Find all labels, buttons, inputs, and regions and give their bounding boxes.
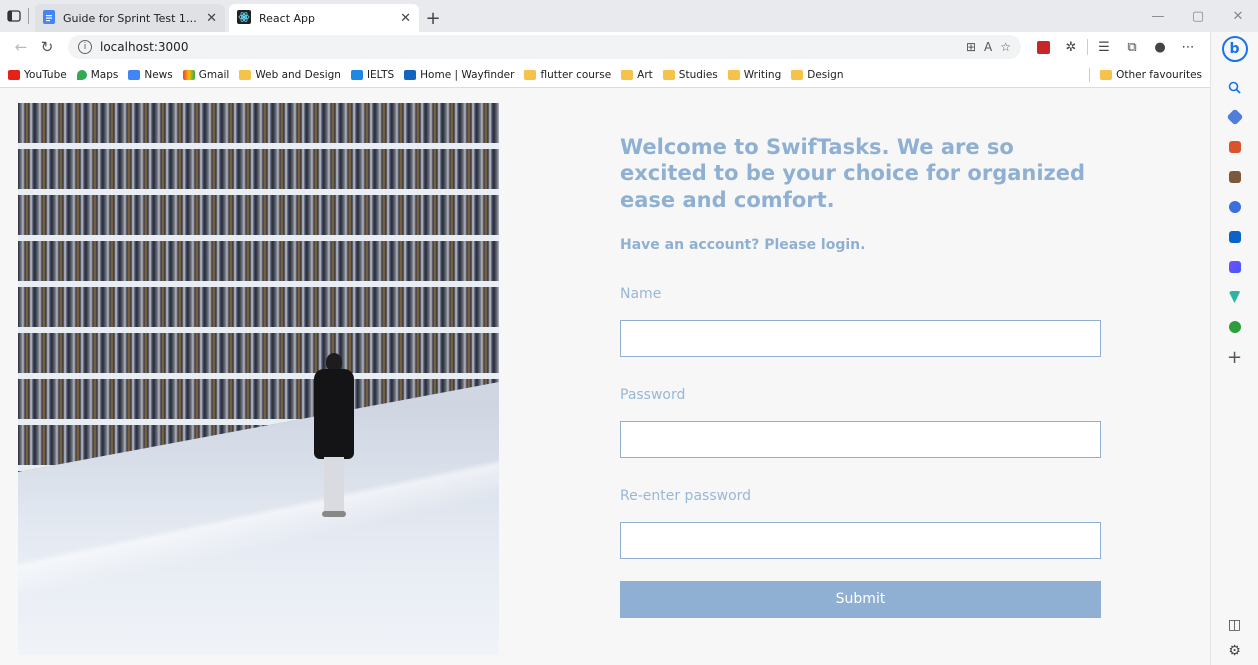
outlook-icon[interactable]: [1221, 223, 1249, 251]
favorites-icon[interactable]: ☰: [1090, 34, 1118, 60]
folder-icon: [239, 69, 252, 80]
new-tab-button[interactable]: +: [419, 4, 447, 32]
folder-icon: [1100, 69, 1113, 80]
window-controls: — ▢ ✕: [1138, 0, 1258, 32]
close-icon[interactable]: ✕: [400, 11, 411, 26]
more-options-icon[interactable]: ⋯: [1174, 34, 1202, 60]
extension-red-icon[interactable]: [1029, 34, 1057, 60]
bookmark-design[interactable]: Design: [791, 69, 844, 81]
info-icon[interactable]: i: [78, 40, 92, 54]
extensions-puzzle-icon[interactable]: ✲: [1057, 34, 1085, 60]
bookmark-flutter-course[interactable]: flutter course: [524, 69, 611, 81]
tools-briefcase-icon[interactable]: [1221, 133, 1249, 161]
youtube-icon: [8, 69, 20, 80]
tab-title: React App: [259, 11, 316, 25]
back-arrow-icon[interactable]: ←: [8, 34, 34, 60]
sidebar-layout-icon[interactable]: ◫: [1228, 617, 1241, 633]
collections-icon[interactable]: ⧉: [1118, 34, 1146, 60]
submit-button[interactable]: Submit: [620, 580, 1101, 618]
react-icon: [237, 9, 251, 27]
password-label: Password: [620, 386, 686, 403]
toolbar-divider: [1087, 39, 1088, 55]
reenter-password-input[interactable]: [620, 521, 1101, 559]
bookmark-wayfinder[interactable]: Home | Wayfinder: [404, 69, 514, 81]
favorite-star-icon[interactable]: ☆: [1000, 40, 1011, 54]
name-input[interactable]: [620, 319, 1101, 357]
bookmark-gmail[interactable]: Gmail: [182, 69, 229, 81]
search-icon[interactable]: [1221, 73, 1249, 101]
bookmark-ielts[interactable]: IELTS: [350, 69, 394, 81]
signup-form: Welcome to SwifTasks. We are so excited …: [620, 134, 1101, 618]
bookmark-maps[interactable]: Maps: [76, 69, 118, 81]
folder-icon: [621, 69, 634, 80]
bookmarks-divider: [1089, 67, 1091, 82]
app-available-icon[interactable]: ⊞: [966, 40, 976, 54]
folder-icon: [727, 69, 740, 80]
restore-icon[interactable]: ▢: [1178, 0, 1218, 32]
games-icon[interactable]: [1221, 163, 1249, 191]
tab-strip-divider: [28, 8, 29, 24]
bookmark-other-favourites[interactable]: Other favourites: [1100, 69, 1202, 81]
address-text: localhost:3000: [100, 40, 189, 54]
tab-react-app[interactable]: React App ✕: [229, 4, 419, 32]
login-prompt[interactable]: Have an account? Please login.: [620, 237, 1100, 253]
add-icon[interactable]: +: [1221, 343, 1249, 371]
minimize-icon[interactable]: —: [1138, 0, 1178, 32]
maps-icon: [76, 69, 87, 80]
bookmark-studies[interactable]: Studies: [662, 69, 718, 81]
bookmark-web-and-design[interactable]: Web and Design: [239, 69, 341, 81]
tab-actions-icon[interactable]: [0, 0, 28, 32]
tree-icon[interactable]: [1221, 313, 1249, 341]
bookmark-writing[interactable]: Writing: [727, 69, 781, 81]
wayfinder-icon: [404, 69, 417, 80]
shopping-tag-icon[interactable]: [1221, 103, 1249, 131]
name-label: Name: [620, 285, 662, 302]
google-docs-icon: [43, 9, 55, 27]
folder-icon: [791, 69, 804, 80]
drop-icon[interactable]: [1221, 283, 1249, 311]
bookmark-art[interactable]: Art: [621, 69, 653, 81]
refresh-icon[interactable]: ↻: [34, 34, 60, 60]
password-input[interactable]: [620, 420, 1101, 458]
person-figure: [308, 353, 358, 523]
ielts-icon: [350, 69, 363, 80]
browser-toolbar: ← ↻ i localhost:3000 ⊞ A ☆ ✲ ☰ ⧉ ● ⋯: [0, 32, 1210, 62]
bookmark-youtube[interactable]: YouTube: [8, 69, 67, 81]
bookmark-news[interactable]: News: [128, 69, 173, 81]
microsoft-365-icon[interactable]: [1221, 193, 1249, 221]
window-close-icon[interactable]: ✕: [1218, 0, 1258, 32]
news-icon: [128, 69, 141, 80]
bookmarks-bar: YouTube Maps News Gmail Web and Design I…: [0, 62, 1210, 88]
tab-strip: Guide for Sprint Test 1 - Google D ✕ Rea…: [0, 0, 1258, 32]
designer-icon[interactable]: [1221, 253, 1249, 281]
page-content: Welcome to SwifTasks. We are so excited …: [0, 89, 1210, 665]
folder-icon: [524, 69, 537, 80]
settings-gear-icon[interactable]: ⚙: [1228, 643, 1241, 659]
edge-sidebar: b + ◫ ⚙: [1210, 32, 1258, 665]
library-hero-image: [18, 103, 499, 655]
profile-icon[interactable]: ●: [1146, 34, 1174, 60]
tab-google-docs[interactable]: Guide for Sprint Test 1 - Google D ✕: [35, 4, 225, 32]
bing-copilot-icon[interactable]: b: [1221, 36, 1248, 62]
folder-icon: [662, 69, 675, 80]
address-bar[interactable]: i localhost:3000 ⊞ A ☆: [68, 35, 1021, 59]
welcome-heading: Welcome to SwifTasks. We are so excited …: [620, 135, 1086, 212]
tab-title: Guide for Sprint Test 1 - Google D: [63, 11, 198, 25]
reenter-password-label: Re-enter password: [620, 487, 752, 504]
gmail-icon: [182, 69, 195, 80]
read-aloud-icon[interactable]: A: [984, 40, 992, 54]
close-icon[interactable]: ✕: [206, 11, 217, 26]
